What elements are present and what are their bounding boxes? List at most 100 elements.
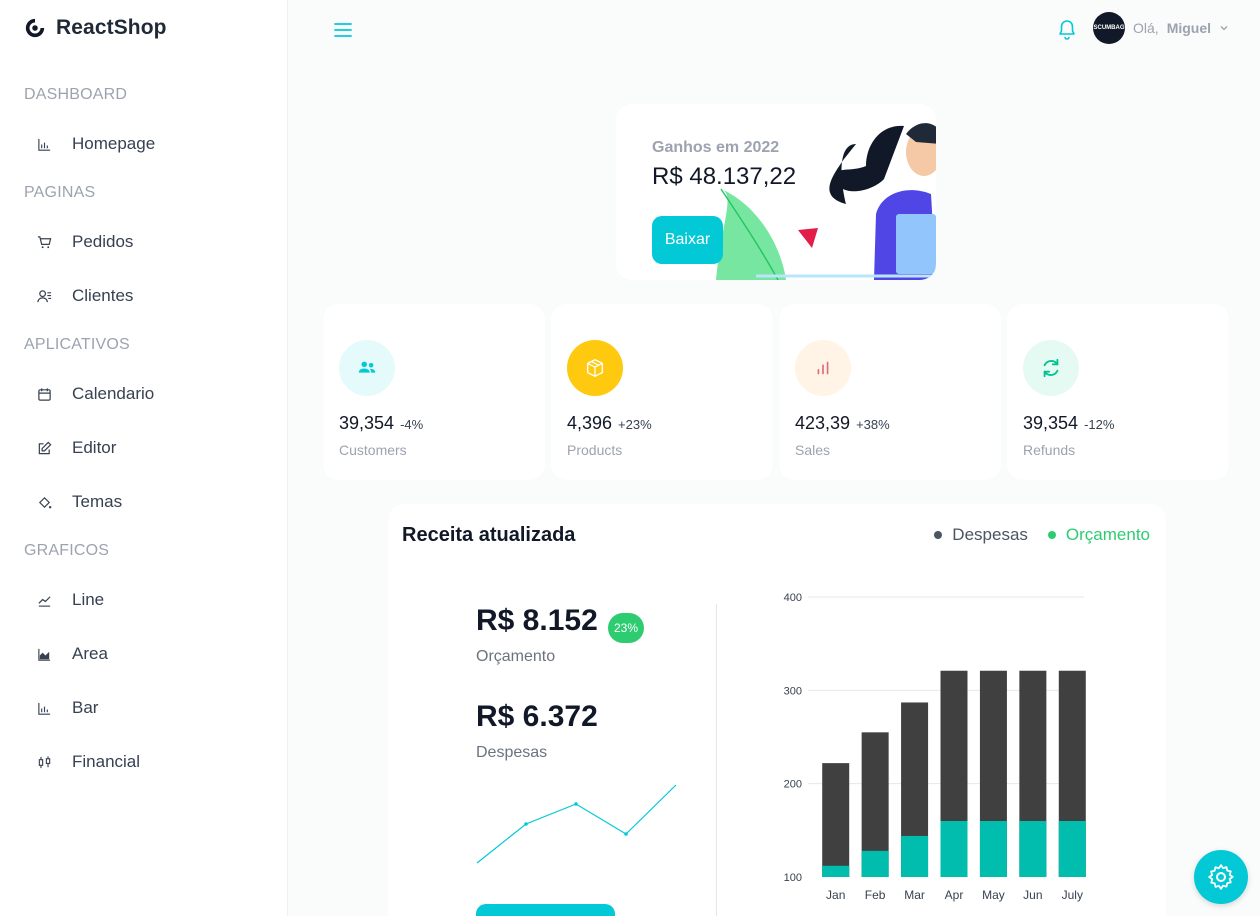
stat-value-wrap: 39,354 -4% [339,413,423,434]
shop-logo-icon [25,18,45,38]
sidebar-item-bar[interactable]: Bar [24,688,264,728]
sparkline-chart [476,784,677,864]
users-icon [358,361,376,373]
y-tick-label: 400 [784,592,802,604]
sidebar-item-label: Clientes [72,286,134,305]
legend-item-orcamento: Orçamento [1047,525,1150,545]
bar-orcamento [979,821,1007,877]
report-button[interactable] [476,904,615,916]
expense-value: R$ 6.372 [476,700,598,733]
edit-icon [24,441,64,456]
revenue-card: Receita atualizada Despesas Orçamento R$… [388,504,1166,916]
legend-label: Despesas [952,525,1028,544]
area-chart-icon [24,647,64,662]
line-chart-icon [24,593,64,608]
stat-card-sales: 423,39 +38% Sales [779,304,1001,480]
earnings-value: R$ 48.137,22 [652,163,797,190]
section-title-aplicativos: APLICATIVOS [24,336,130,353]
earnings-title: Ganhos em 2022 [652,139,780,156]
bell-icon[interactable] [1057,19,1077,41]
sidebar-item-temas[interactable]: Temas [24,482,264,522]
stat-icon-circle[interactable] [339,340,395,396]
brand-name: ReactShop [56,16,167,39]
legend-item-despesas: Despesas [934,525,1028,545]
stat-value-wrap: 39,354 -12% [1023,413,1114,434]
username: Miguel [1166,20,1212,36]
avatar: SCUMBAG [1093,12,1125,44]
sparkline-line [476,784,677,864]
sidebar-item-label: Line [72,590,105,609]
sparkline-point [524,822,528,826]
stat-card-products: 4,396 +23% Products [551,304,773,480]
sparkline-point [574,802,578,806]
stat-change: -12% [1084,417,1115,432]
sidebar-item-label: Financial [72,752,141,771]
sidebar-item-homepage[interactable]: Homepage [24,124,264,164]
section-title-dashboard: DASHBOARD [24,86,128,103]
bar-chart-icon [24,137,64,152]
sidebar-item-label: Temas [72,492,123,511]
sidebar-item-area[interactable]: Area [24,634,264,674]
earnings-card: Ganhos em 2022 R$ 48.137,22 Baixar [616,104,936,280]
stat-icon-circle[interactable] [1023,340,1079,396]
sidebar-item-label: Editor [72,438,117,457]
x-tick-label: Jun [1023,888,1042,902]
stat-value-wrap: 4,396 +23% [567,413,652,434]
candlestick-icon [24,755,64,770]
stat-value: 39,354 [1023,413,1079,433]
sidebar-item-calendario[interactable]: Calendario [24,374,264,414]
x-tick-label: Feb [865,888,886,902]
sidebar-item-clientes[interactable]: Clientes [24,276,264,316]
stat-card-refunds: 39,354 -12% Refunds [1007,304,1229,480]
cart-icon [24,235,64,250]
sidebar-item-line[interactable]: Line [24,580,264,620]
greeting-text: Olá, [1133,20,1159,36]
bar-chart-icon [817,361,829,375]
user-profile-menu[interactable]: SCUMBAG Olá, Miguel [1093,12,1229,44]
download-button[interactable]: Baixar [652,216,723,264]
sidebar-item-financial[interactable]: Financial [24,742,264,782]
chevron-down-icon [1220,26,1228,31]
budget-badge: 23% [608,613,644,643]
stat-icon-circle[interactable] [567,340,623,396]
stat-value: 423,39 [795,413,851,433]
budget-value: R$ 8.152 [476,604,598,637]
x-tick-label: Mar [904,888,925,902]
stat-value: 4,396 [567,413,613,433]
stat-change: +38% [856,417,890,432]
menu-toggle-icon[interactable] [332,19,354,41]
bar-orcamento [1058,821,1086,877]
sidebar-item-label: Calendario [72,384,155,403]
avatar-text: SCUMBAG [1093,25,1125,31]
sidebar-item-editor[interactable]: Editor [24,428,264,468]
stat-value: 39,354 [339,413,395,433]
refresh-icon [1043,358,1059,378]
sparkline-point [624,832,628,836]
section-title-paginas: PAGINAS [24,184,96,201]
gear-icon [1208,864,1234,890]
calendar-icon [24,387,64,402]
paint-bucket-icon [24,495,64,510]
budget-label: Orçamento [476,648,556,665]
sidebar-item-pedidos[interactable]: Pedidos [24,222,264,262]
revenue-title: Receita atualizada [402,524,576,546]
bar-orcamento [901,835,929,877]
stat-label: Sales [795,442,831,458]
divider [716,604,717,916]
bar-orcamento [822,865,850,877]
expense-label: Despesas [476,744,548,761]
sidebar-item-label: Area [72,644,108,663]
chart-legend: Despesas Orçamento [934,525,1150,545]
brand-link[interactable]: ReactShop [24,16,167,40]
stat-icon-circle[interactable] [795,340,851,396]
stat-card-customers: 39,354 -4% Customers [323,304,545,480]
stat-label: Refunds [1023,442,1076,458]
y-tick-label: 200 [784,779,802,791]
x-tick-label: Jan [826,888,845,902]
settings-button[interactable] [1194,850,1248,904]
y-tick-label: 100 [784,872,802,884]
bar-chart-icon [24,701,64,716]
section-title-graficos: GRAFICOS [24,542,110,559]
bar-orcamento [1019,821,1047,877]
stat-change: +23% [618,417,652,432]
